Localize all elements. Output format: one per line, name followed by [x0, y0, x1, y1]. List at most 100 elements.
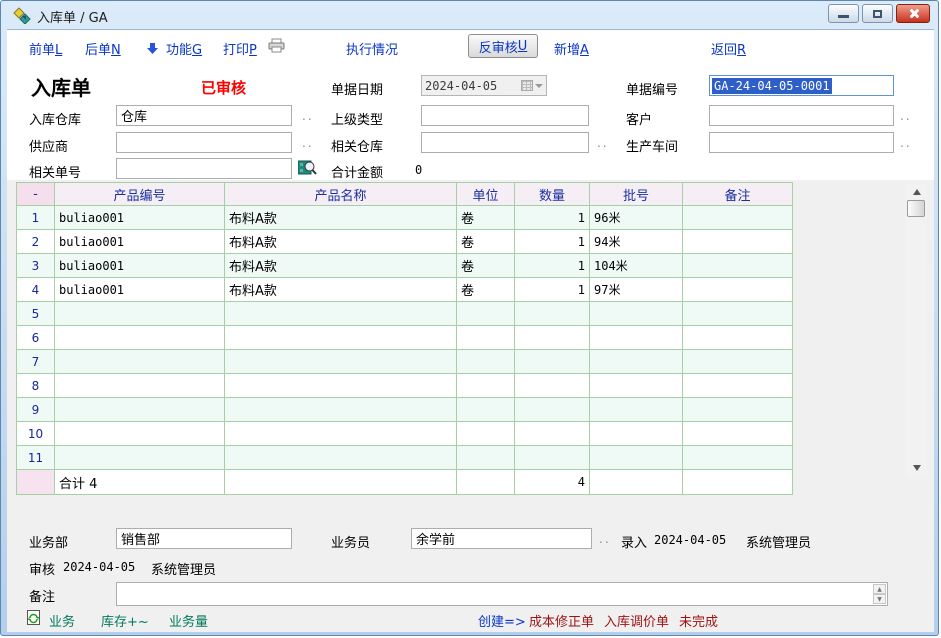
grid-cell-qty[interactable]: 1 — [515, 278, 590, 302]
grid-cell-batch[interactable]: 96米 — [590, 206, 683, 230]
row-number-cell[interactable]: 8 — [17, 374, 55, 398]
statusbar-stock-link[interactable]: 库存+~ — [101, 611, 149, 630]
grid-cell-note[interactable] — [683, 206, 793, 230]
grid-cell-code[interactable] — [55, 350, 225, 374]
statusbar-volume-link[interactable]: 业务量 — [169, 611, 208, 630]
grid-cell-unit[interactable] — [457, 302, 515, 326]
grid-cell-qty[interactable] — [515, 350, 590, 374]
grid-cell-code[interactable] — [55, 422, 225, 446]
grid-cell-qty[interactable] — [515, 422, 590, 446]
grid-cell-batch[interactable] — [590, 326, 683, 350]
grid-cell-name[interactable] — [225, 326, 457, 350]
print-button[interactable]: 打印P — [223, 39, 257, 58]
return-button[interactable]: 返回R — [711, 39, 746, 58]
grid-cell-name[interactable] — [225, 398, 457, 422]
grid-cell-code[interactable] — [55, 374, 225, 398]
grid-cell-unit[interactable]: 卷 — [457, 206, 515, 230]
vertical-scrollbar[interactable] — [906, 184, 927, 476]
row-number-cell[interactable]: 9 — [17, 398, 55, 422]
grid-cell-name[interactable] — [225, 374, 457, 398]
grid-cell-name[interactable] — [225, 422, 457, 446]
row-number-cell[interactable]: 4 — [17, 278, 55, 302]
row-number-cell[interactable]: 6 — [17, 326, 55, 350]
search-icon[interactable] — [298, 158, 317, 180]
remark-scroll-up-button[interactable]: ▲ — [873, 584, 886, 594]
row-number-cell[interactable]: 3 — [17, 254, 55, 278]
workshop-input[interactable] — [709, 132, 894, 153]
grid-cell-batch[interactable] — [590, 446, 683, 470]
grid-cell-batch[interactable] — [590, 422, 683, 446]
scroll-up-button[interactable] — [906, 184, 927, 199]
supplier-input[interactable] — [116, 132, 292, 153]
functions-button[interactable]: 功能G — [166, 39, 202, 58]
grid-cell-name[interactable]: 布料A款 — [225, 278, 457, 302]
grid-cell-note[interactable] — [683, 446, 793, 470]
grid-cell-batch[interactable]: 104米 — [590, 254, 683, 278]
related-warehouse-input[interactable] — [421, 132, 589, 153]
prev-doc-button[interactable]: 前单L — [29, 39, 62, 58]
grid-cell-code[interactable]: buliao001 — [55, 206, 225, 230]
grid-cell-unit[interactable] — [457, 446, 515, 470]
grid-cell-qty[interactable] — [515, 374, 590, 398]
grid-cell-name[interactable] — [225, 446, 457, 470]
grid-cell-qty[interactable] — [515, 446, 590, 470]
grid-cell-batch[interactable] — [590, 374, 683, 398]
parent-type-input[interactable] — [421, 105, 589, 126]
grid-cell-batch[interactable]: 97米 — [590, 278, 683, 302]
add-new-button[interactable]: 新增A — [554, 39, 589, 58]
inbound-reprice-doc-link[interactable]: 入库调价单 — [604, 611, 669, 630]
grid-cell-name[interactable]: 布料A款 — [225, 254, 457, 278]
grid-cell-qty[interactable] — [515, 398, 590, 422]
grid-cell-note[interactable] — [683, 302, 793, 326]
row-number-cell[interactable]: 11 — [17, 446, 55, 470]
grid-cell-note[interactable] — [683, 278, 793, 302]
scroll-down-button[interactable] — [906, 461, 927, 476]
grid-cell-code[interactable]: buliao001 — [55, 254, 225, 278]
grid-cell-name[interactable] — [225, 302, 457, 326]
doc-no-input[interactable]: GA-24-04-05-0001 — [709, 75, 894, 96]
close-button[interactable] — [896, 4, 930, 23]
grid-cell-unit[interactable] — [457, 350, 515, 374]
grid-cell-name[interactable] — [225, 350, 457, 374]
grid-cell-code[interactable]: buliao001 — [55, 230, 225, 254]
statusbar-business-link[interactable]: 业务 — [49, 611, 75, 630]
grid-cell-qty[interactable] — [515, 302, 590, 326]
warehouse-input[interactable] — [116, 105, 292, 126]
row-number-cell[interactable]: 10 — [17, 422, 55, 446]
unaudit-button[interactable]: 反审核U — [468, 34, 538, 58]
grid-cell-name[interactable]: 布料A款 — [225, 230, 457, 254]
exec-status-button[interactable]: 执行情况 — [346, 39, 398, 58]
customer-input[interactable] — [709, 105, 894, 126]
printer-icon[interactable] — [267, 38, 287, 58]
grid-cell-batch[interactable] — [590, 398, 683, 422]
grid-cell-code[interactable] — [55, 446, 225, 470]
grid-cell-qty[interactable]: 1 — [515, 206, 590, 230]
grid-cell-unit[interactable] — [457, 326, 515, 350]
row-number-cell[interactable]: 1 — [17, 206, 55, 230]
grid-cell-unit[interactable]: 卷 — [457, 278, 515, 302]
grid-cell-code[interactable] — [55, 398, 225, 422]
grid-cell-note[interactable] — [683, 326, 793, 350]
grid-cell-name[interactable]: 布料A款 — [225, 206, 457, 230]
grid-cell-batch[interactable] — [590, 302, 683, 326]
doc-refresh-icon[interactable] — [26, 609, 41, 630]
grid-cell-note[interactable] — [683, 350, 793, 374]
grid-cell-unit[interactable]: 卷 — [457, 254, 515, 278]
grid-cell-code[interactable] — [55, 302, 225, 326]
cost-correction-doc-link[interactable]: 成本修正单 — [529, 611, 594, 630]
salesman-input[interactable] — [411, 528, 592, 549]
grid-cell-unit[interactable] — [457, 374, 515, 398]
grid-cell-code[interactable] — [55, 326, 225, 350]
grid-cell-note[interactable] — [683, 230, 793, 254]
grid-cell-batch[interactable] — [590, 350, 683, 374]
row-number-cell[interactable]: 5 — [17, 302, 55, 326]
grid-cell-note[interactable] — [683, 422, 793, 446]
grid-cell-qty[interactable]: 1 — [515, 254, 590, 278]
row-number-cell[interactable]: 2 — [17, 230, 55, 254]
grid-cell-unit[interactable]: 卷 — [457, 230, 515, 254]
grid-cell-qty[interactable]: 1 — [515, 230, 590, 254]
scroll-thumb[interactable] — [907, 200, 925, 217]
remark-scroll-down-button[interactable]: ▼ — [873, 594, 886, 604]
row-number-cell[interactable]: 7 — [17, 350, 55, 374]
grid-cell-note[interactable] — [683, 398, 793, 422]
